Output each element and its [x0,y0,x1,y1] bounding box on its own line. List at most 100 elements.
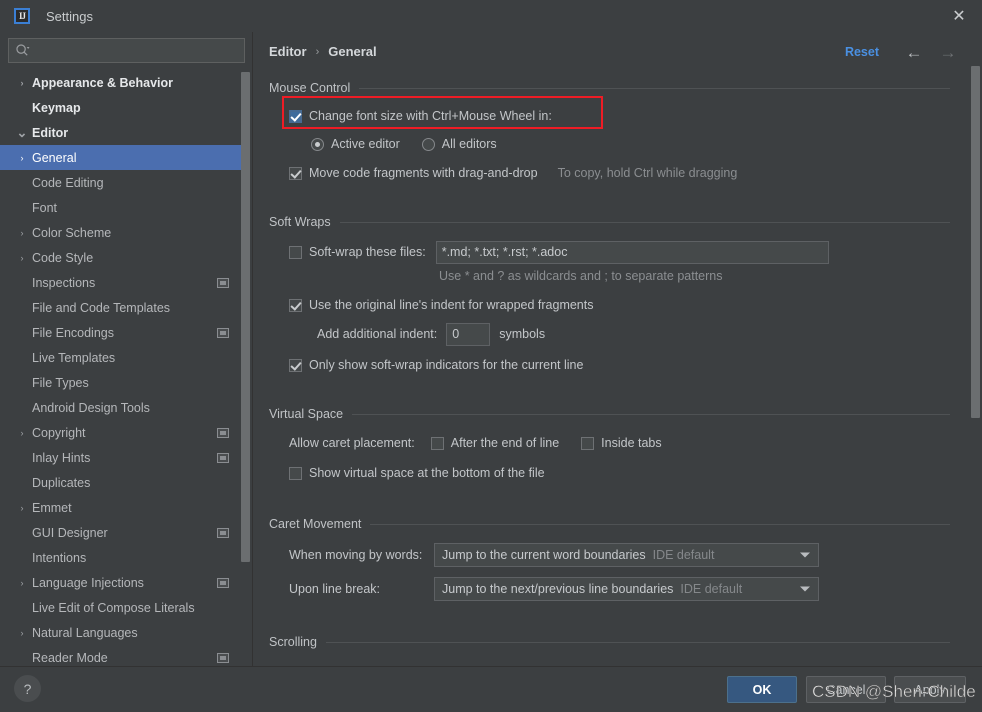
sidebar-item-color-scheme[interactable]: › Color Scheme [0,220,245,245]
sidebar-item-font[interactable]: Font [0,195,245,220]
row-show-virtual-space: Show virtual space at the bottom of the … [269,460,950,486]
breadcrumb-current: General [328,44,377,59]
sidebar-item-label: Intentions [32,550,87,565]
sidebar-item-language-injections[interactable]: › Language Injections [0,570,245,595]
chevron-right-icon[interactable]: › [14,503,30,513]
sidebar-item-gui-designer[interactable]: GUI Designer [0,520,245,545]
breadcrumb-separator-icon: › [315,45,320,58]
sidebar-item-editor[interactable]: ⌄ Editor [0,120,245,145]
sidebar-item-inlay-hints[interactable]: Inlay Hints [0,445,245,470]
row-wildcard-hint: Use * and ? as wildcards and ; to separa… [269,265,950,287]
sidebar-item-inspections[interactable]: Inspections [0,270,245,295]
section-title-caret-movement: Caret Movement [269,514,950,534]
window-title: Settings [46,8,93,24]
back-arrow-icon[interactable]: ← [902,42,926,64]
settings-content-panel: Editor › General Reset ← → Mouse Control… [254,32,982,666]
chevron-right-icon[interactable]: › [14,228,30,238]
sidebar-item-emmet[interactable]: › Emmet [0,495,245,520]
cancel-button[interactable]: Cancel [806,676,886,703]
project-scope-badge-icon [217,277,229,288]
section-virtual-space: Virtual Space Allow caret placement: Aft… [269,396,950,486]
sidebar-item-live-templates[interactable]: Live Templates [0,345,245,370]
row-change-font-size: Change font size with Ctrl+Mouse Wheel i… [269,103,950,129]
sidebar-item-file-encodings[interactable]: File Encodings [0,320,245,345]
close-icon[interactable]: ✕ [936,0,982,32]
sidebar-item-file-and-code-templates[interactable]: File and Code Templates [0,295,245,320]
when-moving-dropdown[interactable]: Jump to the current word boundaries IDE … [434,543,819,567]
settings-tree: › Appearance & Behavior Keymap ⌄ Editor › Gene… [0,70,245,666]
upon-line-break-value: Jump to the next/previous line boundarie… [442,582,674,596]
help-button[interactable]: ? [14,675,41,702]
row-additional-indent: Add additional indent: symbols [269,321,950,347]
sidebar-item-duplicates[interactable]: Duplicates [0,470,245,495]
chevron-right-icon[interactable]: › [14,428,30,438]
chevron-right-icon[interactable]: › [14,253,30,263]
sidebar-item-appearance-behavior[interactable]: › Appearance & Behavior [0,70,245,95]
row-move-fragments: Move code fragments with drag-and-drop T… [269,160,950,186]
sidebar-item-copyright[interactable]: › Copyright [0,420,245,445]
project-scope-badge-icon [217,652,229,663]
sidebar-scrollbar-thumb[interactable] [241,72,250,562]
settings-sidebar: › Appearance & Behavior Keymap ⌄ Editor › Gene… [0,32,253,666]
change-font-size-label: Change font size with Ctrl+Mouse Wheel i… [309,109,552,123]
sidebar-item-intentions[interactable]: Intentions [0,545,245,570]
move-fragments-checkbox[interactable] [289,166,302,180]
apply-button[interactable]: Apply [894,676,966,703]
sidebar-item-label: Inspections [32,275,96,290]
chevron-right-icon[interactable]: › [14,78,30,88]
search-field-wrapper [8,38,245,63]
sidebar-item-keymap[interactable]: Keymap [0,95,245,120]
sidebar-item-label: GUI Designer [32,525,108,540]
sidebar-item-label: Copyright [32,425,86,440]
sidebar-item-live-edit-of-compose-literals[interactable]: Live Edit of Compose Literals [0,595,245,620]
change-font-size-checkbox[interactable] [289,109,302,123]
sidebar-item-android-design-tools[interactable]: Android Design Tools [0,395,245,420]
section-divider [352,413,950,415]
chevron-right-icon[interactable]: › [14,628,30,638]
only-show-indicators-label: Only show soft-wrap indicators for the c… [309,358,584,372]
show-virtual-space-checkbox[interactable] [289,466,302,480]
reset-button[interactable]: Reset [845,45,879,59]
soft-wrap-files-input[interactable] [435,240,829,264]
additional-indent-input[interactable] [446,322,491,346]
section-caret-movement: Caret Movement When moving by words: Jum… [269,506,950,602]
row-soft-wrap-files: Soft-wrap these files: [269,239,950,265]
settings-form: Mouse Control Change font size with Ctrl… [254,70,968,666]
section-divider [339,221,950,223]
content-scrollbar-track[interactable] [971,66,980,664]
sidebar-scrollbar-track[interactable] [241,70,250,666]
sidebar-item-code-style[interactable]: › Code Style [0,245,245,270]
title-bar: IJ Settings ✕ [0,0,982,32]
upon-line-break-dropdown[interactable]: Jump to the next/previous line boundarie… [434,577,819,601]
inside-tabs-checkbox[interactable] [581,436,595,450]
show-virtual-space-label: Show virtual space at the bottom of the … [309,466,545,480]
soft-wrap-files-checkbox[interactable] [289,245,302,259]
radio-active-editor[interactable] [311,137,324,151]
ok-button[interactable]: OK [727,676,797,703]
section-divider [325,641,950,643]
radio-active-editor-label: Active editor [331,137,400,151]
section-mouse-control: Mouse Control Change font size with Ctrl… [269,70,950,186]
breadcrumb-parent[interactable]: Editor [269,44,307,59]
chevron-right-icon[interactable]: › [14,153,30,163]
content-scrollbar-thumb[interactable] [971,66,980,418]
section-scrolling: Scrolling [269,624,950,652]
chevron-down-icon[interactable]: ⌄ [14,126,30,139]
original-indent-checkbox[interactable] [289,298,302,312]
after-end-of-line-checkbox[interactable] [430,436,444,450]
sidebar-item-natural-languages[interactable]: › Natural Languages [0,620,245,645]
only-show-indicators-checkbox[interactable] [289,358,302,372]
sidebar-item-general[interactable]: › General [0,145,245,170]
radio-all-editors[interactable] [421,137,435,151]
chevron-right-icon[interactable]: › [14,578,30,588]
after-end-of-line-label: After the end of line [450,436,560,450]
sidebar-item-code-editing[interactable]: Code Editing [0,170,245,195]
sidebar-item-label: File and Code Templates [32,300,171,315]
search-input[interactable] [8,38,245,63]
dialog-footer: ? OK Cancel Apply [0,666,982,712]
settings-dialog: IJ Settings ✕ › Appearance & Behavior Keym… [0,0,982,712]
sidebar-item-file-types[interactable]: File Types [0,370,245,395]
sidebar-item-reader-mode[interactable]: Reader Mode [0,645,245,666]
upon-line-break-label: Upon line break: [289,582,381,596]
row-original-indent: Use the original line's indent for wrapp… [269,292,950,318]
